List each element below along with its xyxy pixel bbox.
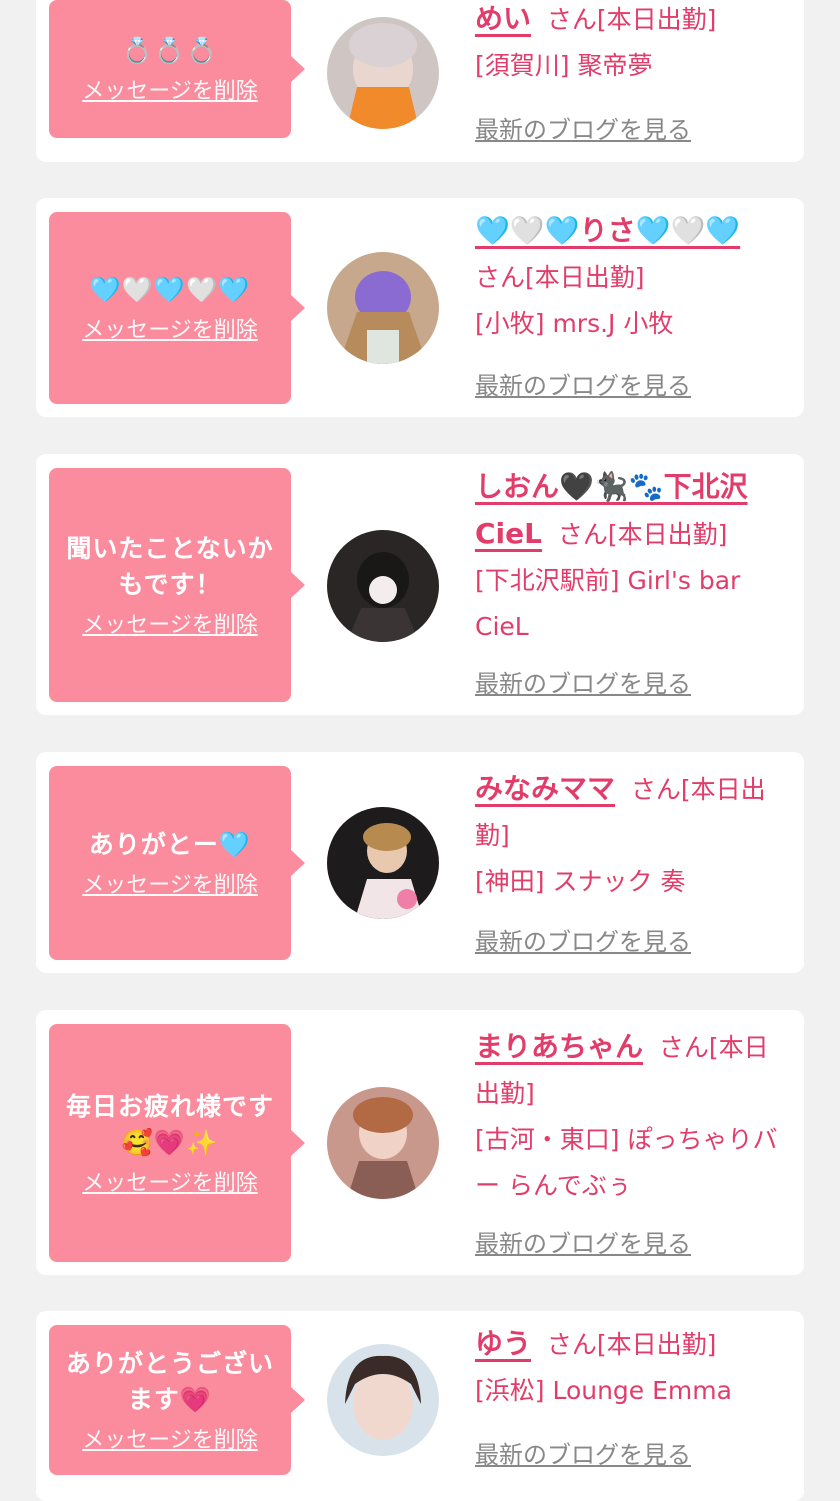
message-bubble: 🩵🤍🩵🤍🩵 メッセージを削除 [49, 212, 305, 404]
cast-name-link[interactable]: 🩵🤍🩵りさ🩵🤍🩵 [475, 214, 740, 247]
delete-message-link[interactable]: メッセージを削除 [82, 867, 258, 899]
attendance-status: さん[本日出勤] [475, 263, 645, 292]
avatar[interactable] [327, 807, 439, 919]
message-card: ありがとー🩵 メッセージを削除 みなみママ さん[本日出勤] [神田] スナック… [36, 752, 804, 973]
cast-name-link[interactable]: みなみママ [475, 772, 615, 805]
attendance-status: さん[本日出勤] [557, 520, 728, 549]
cast-name-link[interactable]: めい [475, 2, 531, 35]
shop-name: [古河・東口] ぽっちゃりバー らんでぶぅ [475, 1125, 778, 1200]
avatar[interactable] [327, 17, 439, 129]
cast-info: しおん🖤🐈‍⬛🐾下北沢CieL さん[本日出勤] [下北沢駅前] Girl's … [475, 464, 793, 650]
cast-info: みなみママ さん[本日出勤] [神田] スナック 奏 [475, 766, 793, 905]
shop-name: [浜松] Lounge Emma [475, 1376, 732, 1405]
message-bubble: ありがとうございます💗 メッセージを削除 [49, 1325, 305, 1475]
cast-name-link[interactable]: ゆう [475, 1327, 531, 1360]
latest-blog-link[interactable]: 最新のブログを見る [475, 366, 691, 401]
message-bubble: 聞いたことないかもです！ メッセージを削除 [49, 468, 305, 702]
message-text: ありがとー🩵 [88, 830, 252, 859]
message-card: 🩵🤍🩵🤍🩵 メッセージを削除 🩵🤍🩵りさ🩵🤍🩵 さん[本日出勤] [小牧] mr… [36, 198, 804, 417]
shop-name: [下北沢駅前] Girl's bar CieL [475, 566, 741, 641]
delete-message-link[interactable]: メッセージを削除 [82, 312, 258, 344]
avatar[interactable] [327, 1087, 439, 1199]
avatar[interactable] [327, 530, 439, 642]
latest-blog-link[interactable]: 最新のブログを見る [475, 110, 691, 145]
message-card: 💍💍💍 メッセージを削除 めい さん[本日出勤] [須賀川] 聚帝夢 最新のブロ… [36, 0, 804, 162]
delete-message-link[interactable]: メッセージを削除 [82, 607, 258, 639]
cast-info: 🩵🤍🩵りさ🩵🤍🩵 さん[本日出勤] [小牧] mrs.J 小牧 [475, 208, 793, 347]
message-card: ありがとうございます💗 メッセージを削除 ゆう さん[本日出勤] [浜松] Lo… [36, 1311, 804, 1501]
latest-blog-link[interactable]: 最新のブログを見る [475, 1224, 691, 1259]
latest-blog-link[interactable]: 最新のブログを見る [475, 1435, 691, 1470]
cast-info: ゆう さん[本日出勤] [浜松] Lounge Emma [475, 1321, 793, 1414]
message-bubble: 毎日お疲れ様です🥰💗✨ メッセージを削除 [49, 1024, 305, 1262]
attendance-status: さん[本日出勤] [546, 1330, 717, 1359]
delete-message-link[interactable]: メッセージを削除 [82, 1422, 258, 1454]
cast-info: まりあちゃん さん[本日出勤] [古河・東口] ぽっちゃりバー らんでぶぅ [475, 1024, 793, 1209]
message-text: 💍💍💍 [121, 36, 219, 65]
avatar[interactable] [327, 1344, 439, 1456]
shop-name: [小牧] mrs.J 小牧 [475, 309, 674, 338]
message-card: 聞いたことないかもです！ メッセージを削除 しおん🖤🐈‍⬛🐾下北沢CieL さん… [36, 454, 804, 715]
message-text: 毎日お疲れ様です🥰💗✨ [65, 1092, 274, 1157]
avatar[interactable] [327, 252, 439, 364]
attendance-status: さん[本日出勤] [546, 5, 717, 34]
latest-blog-link[interactable]: 最新のブログを見る [475, 664, 691, 699]
message-text: 聞いたことないかもです！ [66, 534, 274, 599]
delete-message-link[interactable]: メッセージを削除 [82, 1165, 258, 1197]
shop-name: [須賀川] 聚帝夢 [475, 51, 653, 80]
shop-name: [神田] スナック 奏 [475, 867, 686, 896]
delete-message-link[interactable]: メッセージを削除 [82, 73, 258, 105]
message-text: ありがとうございます💗 [65, 1349, 274, 1414]
message-bubble: ありがとー🩵 メッセージを削除 [49, 766, 305, 960]
message-bubble: 💍💍💍 メッセージを削除 [49, 0, 305, 138]
cast-info: めい さん[本日出勤] [須賀川] 聚帝夢 [475, 0, 793, 89]
message-text: 🩵🤍🩵🤍🩵 [89, 275, 251, 304]
cast-name-link[interactable]: まりあちゃん [475, 1030, 643, 1063]
message-card: 毎日お疲れ様です🥰💗✨ メッセージを削除 まりあちゃん さん[本日出勤] [古河… [36, 1010, 804, 1275]
latest-blog-link[interactable]: 最新のブログを見る [475, 922, 691, 957]
